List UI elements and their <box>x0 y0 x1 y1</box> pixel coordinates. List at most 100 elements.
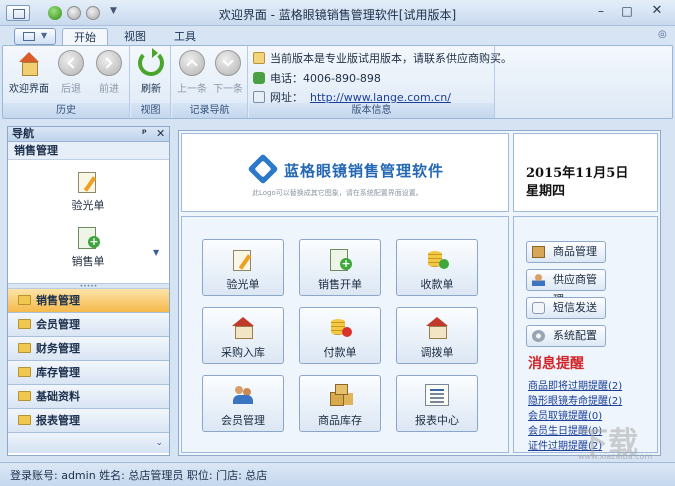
back-button[interactable]: 后退 <box>51 50 91 95</box>
category-inventory[interactable]: 库存管理 <box>8 361 169 385</box>
nav-item-sales-order[interactable]: 销售单 <box>58 226 118 269</box>
category-finance[interactable]: 财务管理 <box>8 337 169 361</box>
system-config-button[interactable]: 系统配置 <box>526 325 606 347</box>
group-history: 欢迎界面 后退 前进 历史 <box>3 46 130 118</box>
func-label: 付款单 <box>323 346 357 359</box>
navigation-pane: 导航 ᵖ ✕ 销售管理 验光单 销售单 ▼ ••••• 销售管理 会员管理 财务… <box>7 126 170 456</box>
welcome-label: 欢迎界面 <box>9 84 49 95</box>
folder-icon <box>18 415 31 425</box>
category-label: 基础资料 <box>36 390 80 403</box>
sales-order-icon <box>76 226 100 250</box>
refresh-icon <box>138 48 164 76</box>
side-button-label: 短信发送 <box>553 301 597 314</box>
scroll-down-icon[interactable]: ▼ <box>153 248 159 257</box>
title-bar: ▼ 欢迎界面 - 蓝格眼镜销售管理软件[试用版本] – □ ✕ <box>0 0 675 26</box>
nav-overflow-icon[interactable]: ⌄ <box>8 433 169 453</box>
nav-section-title: 销售管理 <box>8 142 169 160</box>
arrow-left-icon <box>58 50 84 76</box>
minimize-button[interactable]: – <box>588 2 614 20</box>
sms-send-button[interactable]: 短信发送 <box>526 297 606 319</box>
group-label-history: 历史 <box>3 103 129 118</box>
product-manage-button[interactable]: 商品管理 <box>526 241 606 263</box>
alerts-title: 消息提醒 <box>528 356 584 372</box>
sales-order-icon <box>328 248 352 271</box>
func-optometry-button[interactable]: 验光单 <box>202 239 284 296</box>
side-button-label: 商品管理 <box>553 245 597 258</box>
nav-close-icon[interactable]: ✕ <box>156 127 165 141</box>
prev-label: 上一条 <box>177 84 207 95</box>
logo-icon <box>247 153 279 185</box>
func-transfer-button[interactable]: 调拨单 <box>396 307 478 364</box>
welcome-page: 蓝格眼镜销售管理软件 此Logo可以替换成其它图象，请在系统配置界面设置。 20… <box>178 130 661 456</box>
logo-hint: 此Logo可以替换成其它图象，请在系统配置界面设置。 <box>252 189 423 197</box>
tab-start[interactable]: 开始 <box>62 28 108 46</box>
window-title: 欢迎界面 - 蓝格眼镜销售管理软件[试用版本] <box>218 8 457 22</box>
refresh-label: 刷新 <box>141 84 161 95</box>
supplier-icon <box>532 274 545 286</box>
version-notice: 当前版本是专业版试用版本，请联系供应商购买。 <box>253 50 512 66</box>
func-members-button[interactable]: 会员管理 <box>202 375 284 432</box>
func-purchase-button[interactable]: 采购入库 <box>202 307 284 364</box>
folder-icon <box>18 343 31 353</box>
alert-link[interactable]: 商品即将过期提醒(2) <box>528 377 622 392</box>
status-bar: 登录账号: admin 姓名: 总店管理员 职位: 门店: 总店 <box>0 462 675 486</box>
category-basic-data[interactable]: 基础资料 <box>8 385 169 409</box>
welcome-button[interactable]: 欢迎界面 <box>9 50 49 95</box>
category-label: 财务管理 <box>36 342 80 355</box>
prev-record-button[interactable]: 上一条 <box>172 50 212 95</box>
nav-item-label: 销售单 <box>71 255 105 268</box>
func-report-button[interactable]: 报表中心 <box>396 375 478 432</box>
maximize-button[interactable]: □ <box>614 2 640 20</box>
transfer-icon <box>425 316 449 339</box>
back-label: 后退 <box>61 84 81 95</box>
coins-receive-icon <box>425 248 449 270</box>
category-label: 库存管理 <box>36 366 80 379</box>
category-label: 报表管理 <box>36 414 80 427</box>
next-record-button[interactable]: 下一条 <box>208 50 248 95</box>
folder-icon <box>18 295 31 305</box>
date-panel: 2015年11月5日 星期四 <box>513 133 658 212</box>
func-receipt-button[interactable]: 收款单 <box>396 239 478 296</box>
stock-boxes-icon <box>328 384 352 406</box>
category-reports[interactable]: 报表管理 <box>8 409 169 433</box>
tab-view[interactable]: 视图 <box>118 28 152 46</box>
forward-button[interactable]: 前进 <box>89 50 129 95</box>
category-sales[interactable]: 销售管理 <box>8 289 169 313</box>
category-label: 销售管理 <box>36 294 80 307</box>
folder-icon <box>18 367 31 377</box>
func-sales-button[interactable]: 销售开单 <box>299 239 381 296</box>
product-box-icon <box>532 246 545 258</box>
phone-icon <box>253 72 265 84</box>
tab-tools[interactable]: 工具 <box>168 28 202 46</box>
web-icon <box>253 91 265 103</box>
ribbon-options-icon[interactable]: ◎ <box>658 29 667 40</box>
note-icon <box>253 52 265 64</box>
category-members[interactable]: 会员管理 <box>8 313 169 337</box>
logo-panel: 蓝格眼镜销售管理软件 此Logo可以替换成其它图象，请在系统配置界面设置。 <box>181 133 509 212</box>
application-menu-button[interactable]: ▼ <box>14 28 56 45</box>
chevron-down-icon: ▼ <box>41 31 48 40</box>
category-label: 会员管理 <box>36 318 80 331</box>
refresh-button[interactable]: 刷新 <box>131 48 171 95</box>
optometry-icon <box>231 248 255 271</box>
group-view: 刷新 视图 <box>131 46 171 118</box>
func-label: 会员管理 <box>221 414 265 427</box>
close-button[interactable]: ✕ <box>644 2 670 20</box>
nav-item-optometry[interactable]: 验光单 <box>58 170 118 213</box>
func-stock-button[interactable]: 商品库存 <box>299 375 381 432</box>
group-label-record-nav: 记录导航 <box>172 103 247 118</box>
group-label-version: 版本信息 <box>249 103 494 118</box>
func-payment-button[interactable]: 付款单 <box>299 307 381 364</box>
nav-item-label: 验光单 <box>71 199 105 212</box>
side-button-label: 系统配置 <box>553 329 597 342</box>
func-label: 采购入库 <box>221 346 265 359</box>
pin-icon[interactable]: ᵖ <box>142 127 147 141</box>
supplier-manage-button[interactable]: 供应商管理 <box>526 269 606 306</box>
gear-icon <box>532 330 545 342</box>
grid-icon <box>23 32 35 41</box>
alert-link[interactable]: 隐形眼镜寿命提醒(2) <box>528 392 622 407</box>
ribbon-tabs: ▼ 开始 视图 工具 ◎ <box>0 26 675 46</box>
func-label: 验光单 <box>226 278 260 291</box>
group-version-info: 当前版本是专业版试用版本，请联系供应商购买。 电话：4006-890-898 网… <box>249 46 512 118</box>
func-label: 收款单 <box>420 278 454 291</box>
